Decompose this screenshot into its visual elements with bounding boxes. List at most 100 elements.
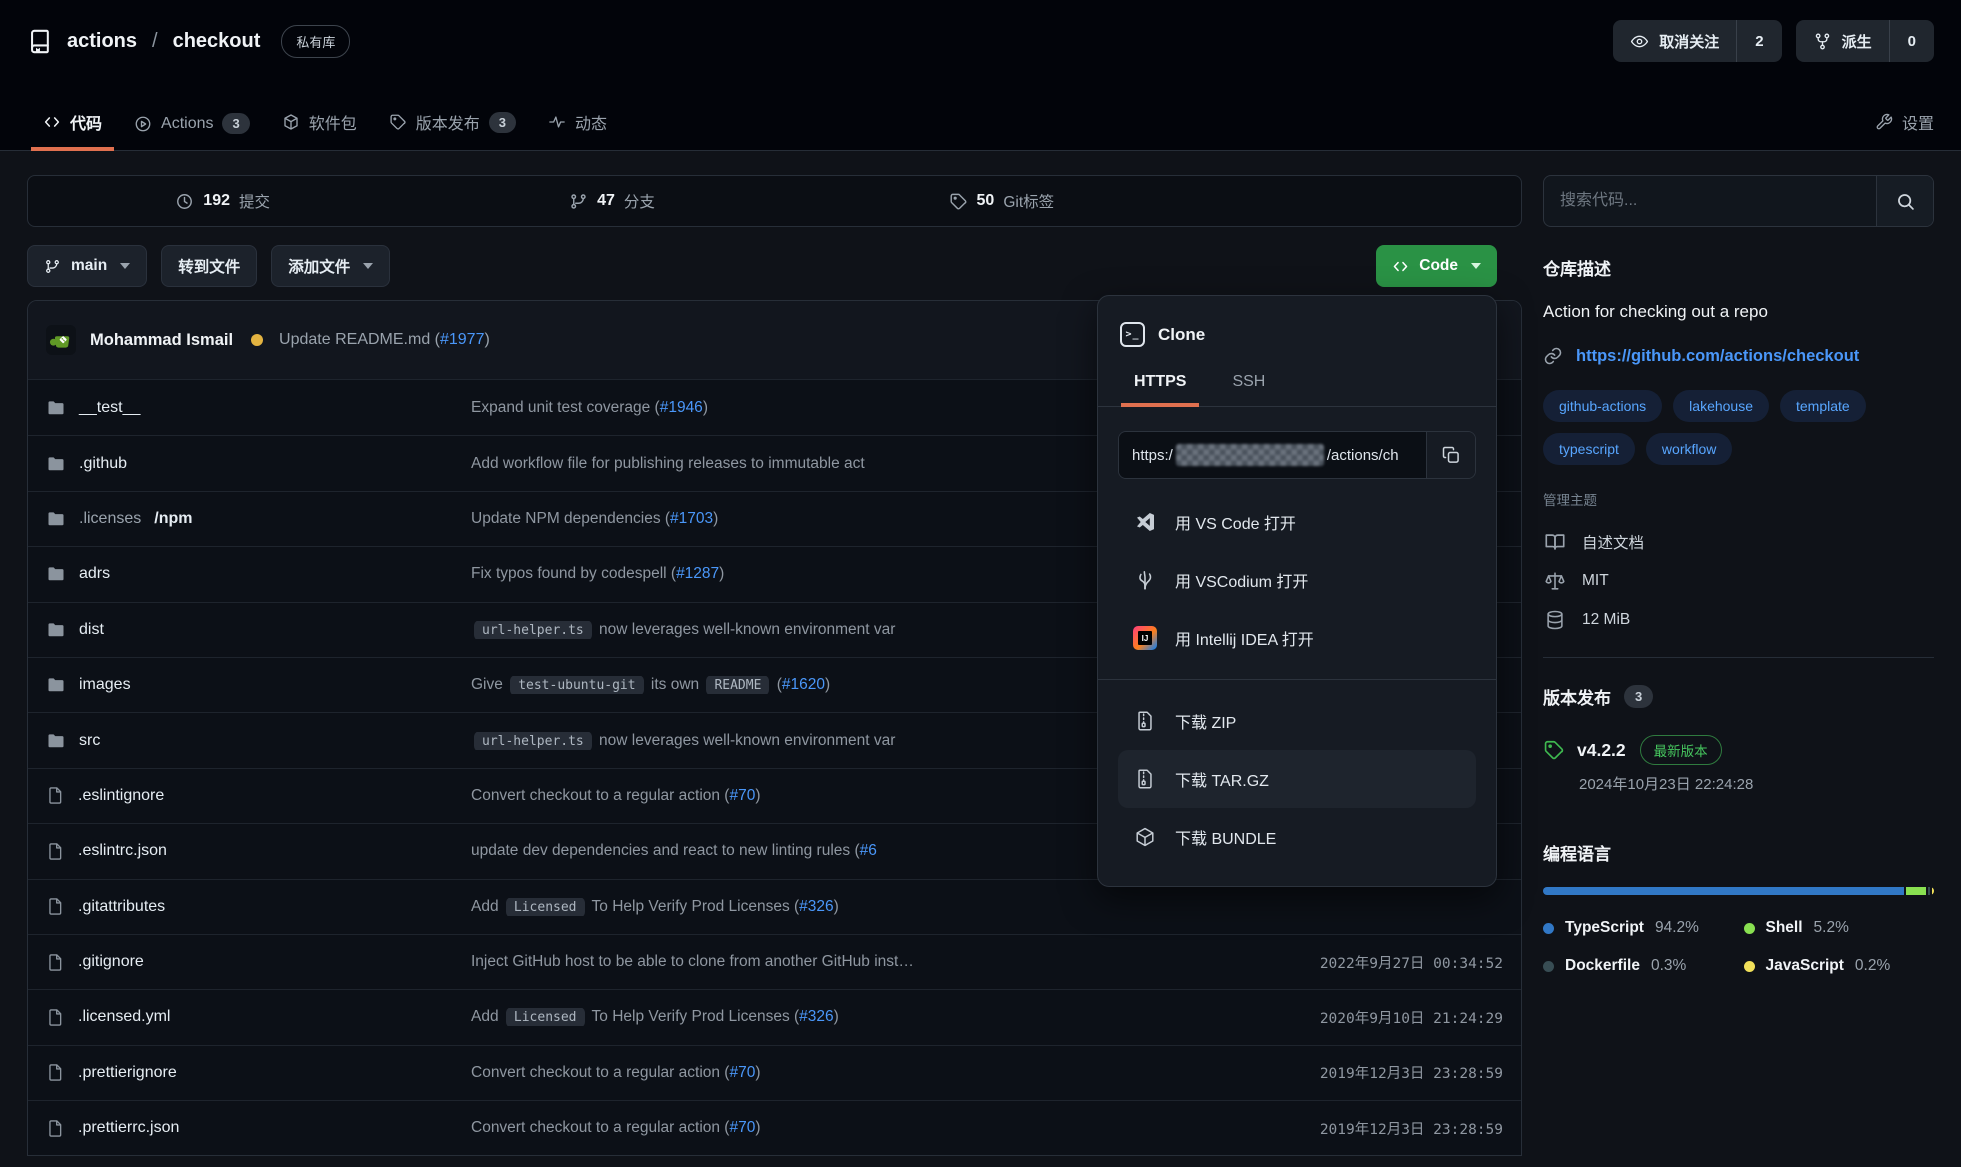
branches-stat[interactable]: 47分支 <box>417 190 806 212</box>
issue-link[interactable]: #1620 <box>782 676 825 693</box>
commit-date: 2019年12月3日 23:28:59 <box>1203 1062 1503 1083</box>
code-chip: Licensed <box>506 898 585 916</box>
file-name-link[interactable]: src <box>46 731 471 751</box>
language-bar[interactable] <box>1543 887 1934 895</box>
commit-message: Convert checkout to a regular action (#7… <box>471 1064 1203 1082</box>
visibility-badge: 私有库 <box>281 25 350 58</box>
commit-date: 2022年9月27日 00:34:52 <box>1203 952 1503 973</box>
issue-link[interactable]: #1946 <box>660 399 703 416</box>
release-version-link[interactable]: v4.2.2 <box>1577 740 1626 761</box>
issue-link[interactable]: #326 <box>799 898 833 915</box>
code-search-box <box>1543 175 1934 227</box>
file-name-link[interactable]: adrs <box>46 564 471 584</box>
file-name-link[interactable]: .github <box>46 454 471 474</box>
breadcrumb-repo[interactable]: checkout <box>173 30 261 53</box>
open-vscode-item[interactable]: 用 VS Code 打开 <box>1118 493 1476 551</box>
open-intellij-item[interactable]: 用 Intellij IDEA 打开 <box>1118 609 1476 667</box>
bundle-cube-icon <box>1132 826 1158 848</box>
license-link[interactable]: MIT <box>1543 570 1934 592</box>
breadcrumb-owner[interactable]: actions <box>67 30 137 53</box>
file-name-link[interactable]: .prettierignore <box>46 1063 471 1082</box>
copy-url-button[interactable] <box>1426 432 1475 478</box>
file-name-link[interactable]: .licensed.yml <box>46 1008 471 1027</box>
intellij-idea-icon <box>1133 626 1157 650</box>
topic-pill[interactable]: template <box>1780 390 1866 422</box>
tab-releases[interactable]: 版本发布 3 <box>373 110 532 150</box>
fork-button[interactable]: 派生 0 <box>1796 20 1934 62</box>
language-dot-icon <box>1543 961 1554 972</box>
language-dot-icon <box>1744 923 1755 934</box>
issue-link[interactable]: #70 <box>729 1119 755 1136</box>
issue-link[interactable]: #1287 <box>676 565 719 582</box>
topic-pill[interactable]: lakehouse <box>1673 390 1769 422</box>
file-name-link[interactable]: .eslintrc.json <box>46 842 471 861</box>
code-brackets-icon <box>43 113 61 131</box>
unwatch-button[interactable]: 取消关注 2 <box>1613 20 1781 62</box>
code-button[interactable]: Code <box>1376 245 1497 287</box>
folder-icon <box>46 564 66 584</box>
link-icon <box>1543 346 1563 366</box>
commit-status-icon[interactable] <box>251 334 263 346</box>
readme-link[interactable]: 自述文档 <box>1543 531 1934 553</box>
download-bundle-item[interactable]: 下载 BUNDLE <box>1118 808 1476 866</box>
tab-activity[interactable]: 动态 <box>532 110 623 150</box>
commits-stat[interactable]: 192提交 <box>28 190 417 212</box>
file-name-link[interactable]: .eslintignore <box>46 786 471 805</box>
language-legend-item[interactable]: Shell5.2% <box>1744 919 1935 937</box>
open-vscodium-item[interactable]: 用 VSCodium 打开 <box>1118 551 1476 609</box>
file-name-link[interactable]: images <box>46 675 471 695</box>
file-name-link[interactable]: .prettierrc.json <box>46 1119 471 1138</box>
tab-https[interactable]: HTTPS <box>1118 363 1202 406</box>
avatar[interactable] <box>46 325 76 355</box>
tab-ssh[interactable]: SSH <box>1216 363 1281 406</box>
fork-count[interactable]: 0 <box>1889 20 1934 62</box>
tab-settings[interactable]: 设置 <box>1859 110 1934 150</box>
folder-icon <box>46 675 66 695</box>
topic-pill[interactable]: workflow <box>1646 433 1732 465</box>
add-file-button[interactable]: 添加文件 <box>271 245 390 287</box>
tab-code[interactable]: 代码 <box>27 110 118 150</box>
download-targz-item[interactable]: 下载 TAR.GZ <box>1118 750 1476 808</box>
topic-pill[interactable]: github-actions <box>1543 390 1662 422</box>
commit-date: 2020年9月10日 21:24:29 <box>1203 1007 1503 1028</box>
tab-actions[interactable]: Actions 3 <box>118 113 266 150</box>
issue-link[interactable]: #70 <box>729 787 755 804</box>
issue-link[interactable]: #1977 <box>440 331 485 348</box>
file-name-link[interactable]: dist <box>46 620 471 640</box>
file-name-link[interactable]: __test__ <box>46 398 471 418</box>
file-name-link[interactable]: .gitignore <box>46 953 471 972</box>
commit-message: Inject GitHub host to be able to clone f… <box>471 953 1203 971</box>
search-input[interactable] <box>1544 176 1876 226</box>
release-date: 2024年10月23日 22:24:28 <box>1579 773 1934 794</box>
watch-count[interactable]: 2 <box>1736 20 1781 62</box>
tab-packages[interactable]: 软件包 <box>266 110 373 150</box>
file-name-link[interactable]: .gitattributes <box>46 897 471 916</box>
repo-stats-bar: 192提交 47分支 50Git标签 <box>27 175 1522 227</box>
manage-topics-link[interactable]: 管理主题 <box>1543 489 1934 509</box>
zip-file-icon <box>1132 710 1158 732</box>
repo-website-link[interactable]: https://github.com/actions/checkout <box>1543 346 1934 366</box>
language-legend-item[interactable]: JavaScript0.2% <box>1744 957 1935 975</box>
clone-url-input[interactable]: https://actions/ch <box>1119 432 1426 478</box>
file-name-link[interactable]: .licenses/npm <box>46 509 471 529</box>
issue-link[interactable]: #1703 <box>670 510 713 527</box>
commit-message[interactable]: Update README.md (#1977) <box>279 331 490 349</box>
branch-selector[interactable]: main <box>27 245 147 287</box>
package-icon <box>282 113 300 131</box>
topic-pill[interactable]: typescript <box>1543 433 1635 465</box>
commit-message: Convert checkout to a regular action (#7… <box>471 787 1203 805</box>
language-legend-item[interactable]: Dockerfile0.3% <box>1543 957 1734 975</box>
issue-link[interactable]: #326 <box>799 1008 833 1025</box>
pulse-icon <box>548 113 566 131</box>
issue-link[interactable]: #70 <box>729 1064 755 1081</box>
goto-file-button[interactable]: 转到文件 <box>161 245 257 287</box>
tag-icon <box>1543 739 1565 761</box>
commit-author[interactable]: Mohammad Ismail <box>90 331 233 350</box>
releases-heading[interactable]: 版本发布 <box>1543 684 1611 709</box>
copy-icon <box>1441 445 1461 465</box>
language-legend-item[interactable]: TypeScript94.2% <box>1543 919 1734 937</box>
download-zip-item[interactable]: 下载 ZIP <box>1118 692 1476 750</box>
issue-link[interactable]: #6 <box>860 842 877 859</box>
search-button[interactable] <box>1876 176 1933 226</box>
tags-stat[interactable]: 50Git标签 <box>807 190 1196 212</box>
